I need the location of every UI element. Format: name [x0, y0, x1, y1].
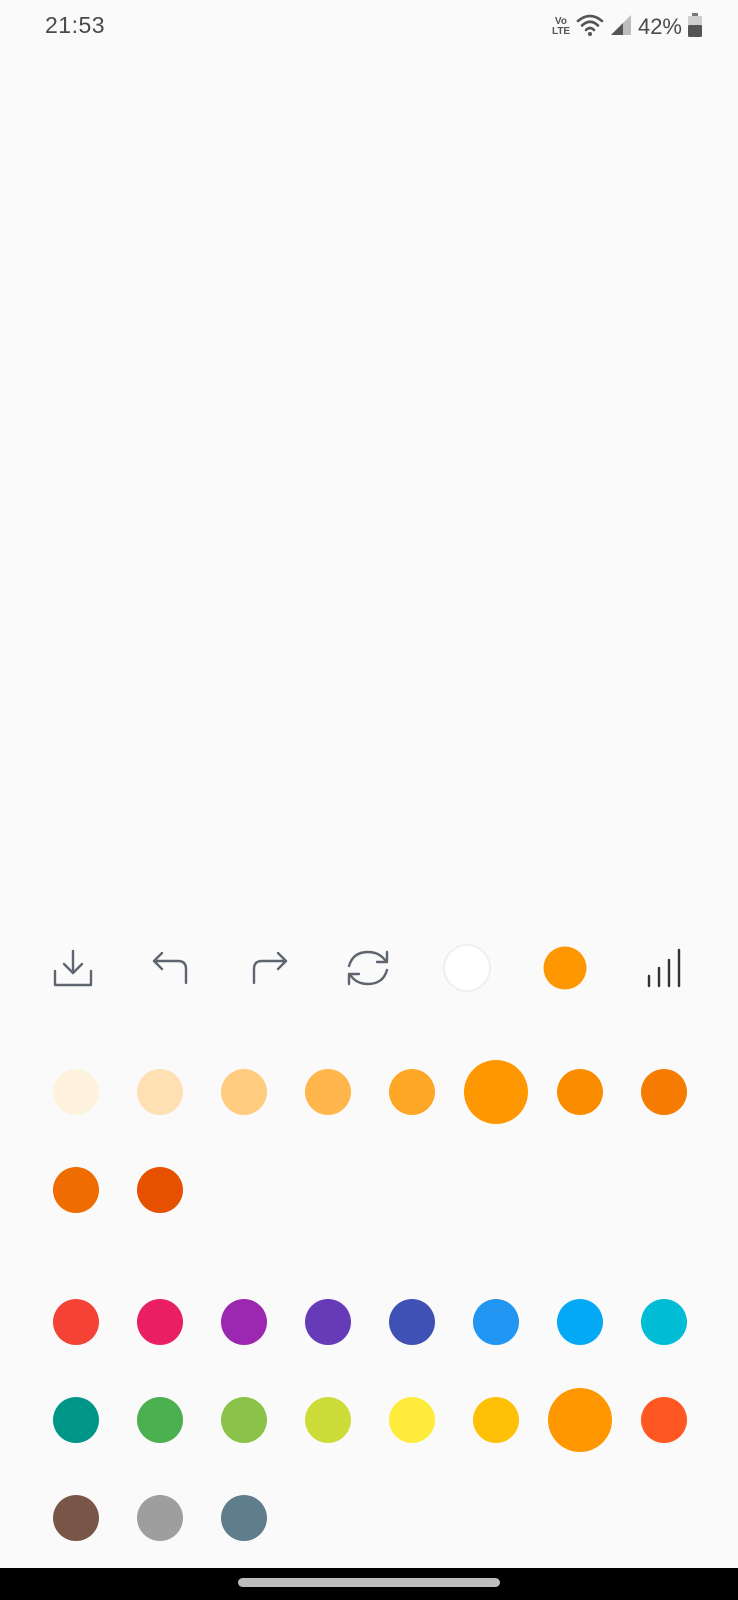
- redo-button[interactable]: [234, 928, 304, 1008]
- color-swatch[interactable]: [641, 1299, 687, 1345]
- status-bar: 21:53 Vo LTE 42%: [0, 0, 738, 56]
- shade-swatch-selected[interactable]: [464, 1060, 528, 1124]
- color-swatch[interactable]: [221, 1299, 267, 1345]
- redo-icon: [248, 947, 290, 989]
- refresh-icon: [343, 946, 393, 990]
- shade-swatch[interactable]: [137, 1167, 183, 1213]
- color-swatch[interactable]: [389, 1397, 435, 1443]
- color-swatch[interactable]: [473, 1299, 519, 1345]
- volte-icon: Vo LTE: [552, 17, 570, 37]
- color-swatch[interactable]: [53, 1495, 99, 1541]
- color-swatch[interactable]: [221, 1397, 267, 1443]
- eraser-button[interactable]: [432, 928, 502, 1008]
- toolbar: [0, 928, 738, 1008]
- shade-swatch[interactable]: [221, 1069, 267, 1115]
- battery-icon: [688, 12, 702, 42]
- volte-bottom-label: LTE: [551, 26, 571, 37]
- wifi-icon: [576, 14, 604, 41]
- status-icons: Vo LTE 42%: [552, 12, 702, 42]
- color-swatch[interactable]: [557, 1299, 603, 1345]
- color-swatch[interactable]: [53, 1299, 99, 1345]
- color-swatch[interactable]: [137, 1495, 183, 1541]
- status-time: 21:53: [45, 12, 106, 38]
- shade-swatch[interactable]: [641, 1069, 687, 1115]
- color-swatch[interactable]: [641, 1397, 687, 1443]
- cell-signal-icon: [610, 14, 632, 41]
- shade-swatch[interactable]: [389, 1069, 435, 1115]
- navigation-bar: [0, 1568, 738, 1600]
- download-button[interactable]: [38, 928, 108, 1008]
- brush-size-button[interactable]: [628, 928, 698, 1008]
- shade-swatch[interactable]: [137, 1069, 183, 1115]
- drawing-app-screen: 21:53 Vo LTE 42%: [0, 0, 738, 1600]
- color-swatch[interactable]: [473, 1397, 519, 1443]
- refresh-button[interactable]: [333, 928, 403, 1008]
- color-swatch[interactable]: [389, 1299, 435, 1345]
- undo-button[interactable]: [136, 928, 206, 1008]
- color-swatch[interactable]: [305, 1299, 351, 1345]
- color-swatch[interactable]: [53, 1397, 99, 1443]
- brush-size-icon: [645, 948, 681, 988]
- battery-percent: 42%: [637, 14, 682, 39]
- current-color-button[interactable]: [530, 928, 600, 1008]
- current-color-icon: [542, 945, 588, 991]
- shade-swatch[interactable]: [305, 1069, 351, 1115]
- color-swatch[interactable]: [305, 1397, 351, 1443]
- undo-icon: [150, 947, 192, 989]
- color-swatch-selected[interactable]: [548, 1388, 612, 1452]
- shade-swatch[interactable]: [53, 1069, 99, 1115]
- home-gesture-handle[interactable]: [238, 1578, 500, 1587]
- shade-swatch[interactable]: [557, 1069, 603, 1115]
- color-swatch[interactable]: [137, 1299, 183, 1345]
- download-icon: [52, 947, 94, 989]
- drawing-canvas[interactable]: [0, 56, 738, 916]
- shade-swatch[interactable]: [53, 1167, 99, 1213]
- color-swatch[interactable]: [137, 1397, 183, 1443]
- eraser-circle-icon: [441, 942, 493, 994]
- color-swatch[interactable]: [221, 1495, 267, 1541]
